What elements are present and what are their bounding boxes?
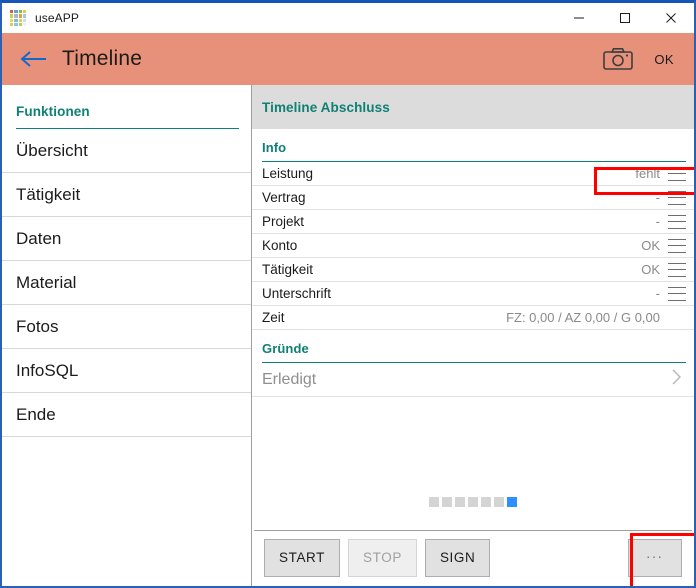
more-options-button[interactable]: ... bbox=[628, 538, 682, 577]
minimize-icon bbox=[574, 17, 584, 19]
info-row-konto[interactable]: Konto OK bbox=[252, 234, 694, 258]
app-window: useAPP Timeline OK Funktionen Übersicht … bbox=[0, 0, 696, 588]
pagination-dot[interactable] bbox=[468, 497, 478, 507]
sidebar-item-fotos[interactable]: Fotos bbox=[2, 305, 251, 349]
minimize-button[interactable] bbox=[556, 3, 602, 33]
pagination-dot[interactable] bbox=[455, 497, 465, 507]
main-panel: Timeline Abschluss Info Leistung fehlt V… bbox=[252, 85, 694, 586]
sidebar-item-label: Übersicht bbox=[16, 140, 88, 160]
camera-icon bbox=[603, 48, 634, 70]
section-heading-label: Info bbox=[262, 140, 287, 155]
section-heading-label: Gründe bbox=[262, 341, 309, 356]
sidebar-item-daten[interactable]: Daten bbox=[2, 217, 251, 261]
info-row-label: Tätigkeit bbox=[262, 262, 314, 277]
row-menu-icon[interactable] bbox=[668, 166, 686, 181]
window-controls bbox=[556, 3, 694, 33]
app-title: useAPP bbox=[35, 11, 79, 25]
row-menu-icon[interactable] bbox=[668, 286, 686, 301]
panel-header: Timeline Abschluss bbox=[252, 85, 694, 129]
sidebar-item-label: InfoSQL bbox=[16, 360, 79, 380]
app-bar-actions: OK bbox=[598, 39, 694, 79]
sidebar-item-label: Material bbox=[16, 272, 77, 292]
info-row-label: Leistung bbox=[262, 166, 314, 181]
page-title: Timeline bbox=[62, 47, 143, 70]
info-row-taetigkeit[interactable]: Tätigkeit OK bbox=[252, 258, 694, 282]
info-row-zeit[interactable]: Zeit FZ: 0,00 / AZ 0,00 / G 0,00 bbox=[252, 306, 694, 330]
close-icon bbox=[666, 13, 676, 23]
info-row-unterschrift[interactable]: Unterschrift - bbox=[252, 282, 694, 306]
info-row-label: Konto bbox=[262, 238, 298, 253]
sidebar: Funktionen Übersicht Tätigkeit Daten Mat… bbox=[2, 85, 252, 586]
row-menu-icon[interactable] bbox=[668, 262, 686, 277]
sidebar-item-label: Tätigkeit bbox=[16, 184, 81, 204]
sidebar-item-uebersicht[interactable]: Übersicht bbox=[2, 129, 251, 173]
info-row-value: FZ: 0,00 / AZ 0,00 / G 0,00 bbox=[506, 310, 660, 325]
sidebar-item-material[interactable]: Material bbox=[2, 261, 251, 305]
stop-button[interactable]: STOP bbox=[348, 538, 417, 577]
close-button[interactable] bbox=[648, 3, 694, 33]
sign-button[interactable]: SIGN bbox=[424, 538, 491, 577]
sidebar-item-infosql[interactable]: InfoSQL bbox=[2, 349, 251, 393]
sidebar-item-label: Daten bbox=[16, 228, 62, 248]
section-heading-gruende: Gründe bbox=[252, 330, 694, 362]
reason-row-label: Erledigt bbox=[262, 370, 317, 388]
maximize-button[interactable] bbox=[602, 3, 648, 33]
info-row-value: fehlt bbox=[635, 166, 660, 181]
back-button[interactable] bbox=[12, 37, 56, 81]
info-row-value: - bbox=[655, 286, 660, 301]
info-row-projekt[interactable]: Projekt - bbox=[252, 210, 694, 234]
body: Funktionen Übersicht Tätigkeit Daten Mat… bbox=[2, 85, 694, 586]
info-row-label: Unterschrift bbox=[262, 286, 332, 301]
info-row-label: Zeit bbox=[262, 310, 285, 325]
info-row-value: - bbox=[655, 214, 660, 229]
bottom-bar: START STOP SIGN ... bbox=[254, 530, 692, 584]
pagination-dot[interactable] bbox=[494, 497, 504, 507]
title-bar: useAPP bbox=[2, 3, 694, 33]
reason-row-erledigt[interactable]: Erledigt bbox=[252, 363, 694, 397]
row-menu-icon[interactable] bbox=[668, 214, 686, 229]
pagination-dots bbox=[252, 497, 694, 507]
info-row-vertrag[interactable]: Vertrag - bbox=[252, 186, 694, 210]
sidebar-item-ende[interactable]: Ende bbox=[2, 393, 251, 437]
info-row-value: OK bbox=[641, 238, 660, 253]
sidebar-item-label: Ende bbox=[16, 404, 56, 424]
section-heading-info: Info bbox=[252, 129, 694, 161]
info-row-value: - bbox=[655, 190, 660, 205]
app-grid-icon bbox=[10, 10, 26, 26]
info-row-leistung[interactable]: Leistung fehlt bbox=[252, 162, 694, 186]
start-button[interactable]: START bbox=[264, 538, 341, 577]
row-menu-icon[interactable] bbox=[668, 238, 686, 253]
pagination-dot[interactable] bbox=[442, 497, 452, 507]
row-menu-icon[interactable] bbox=[668, 190, 686, 205]
sidebar-heading-label: Funktionen bbox=[16, 104, 90, 119]
info-row-label: Vertrag bbox=[262, 190, 306, 205]
pagination-dot[interactable] bbox=[481, 497, 491, 507]
panel-title: Timeline Abschluss bbox=[262, 99, 390, 115]
pagination-dot[interactable] bbox=[429, 497, 439, 507]
ok-button[interactable]: OK bbox=[648, 46, 680, 73]
camera-button[interactable] bbox=[598, 39, 638, 79]
back-arrow-icon bbox=[20, 51, 46, 67]
app-bar: Timeline OK bbox=[2, 33, 694, 85]
chevron-right-icon bbox=[671, 368, 682, 391]
maximize-icon bbox=[620, 13, 630, 23]
info-row-value: OK bbox=[641, 262, 660, 277]
pagination-dot-active[interactable] bbox=[507, 497, 517, 507]
info-row-label: Projekt bbox=[262, 214, 305, 229]
title-bar-left: useAPP bbox=[2, 10, 79, 26]
sidebar-item-label: Fotos bbox=[16, 316, 59, 336]
sidebar-heading: Funktionen bbox=[2, 85, 251, 128]
sidebar-item-taetigkeit[interactable]: Tätigkeit bbox=[2, 173, 251, 217]
